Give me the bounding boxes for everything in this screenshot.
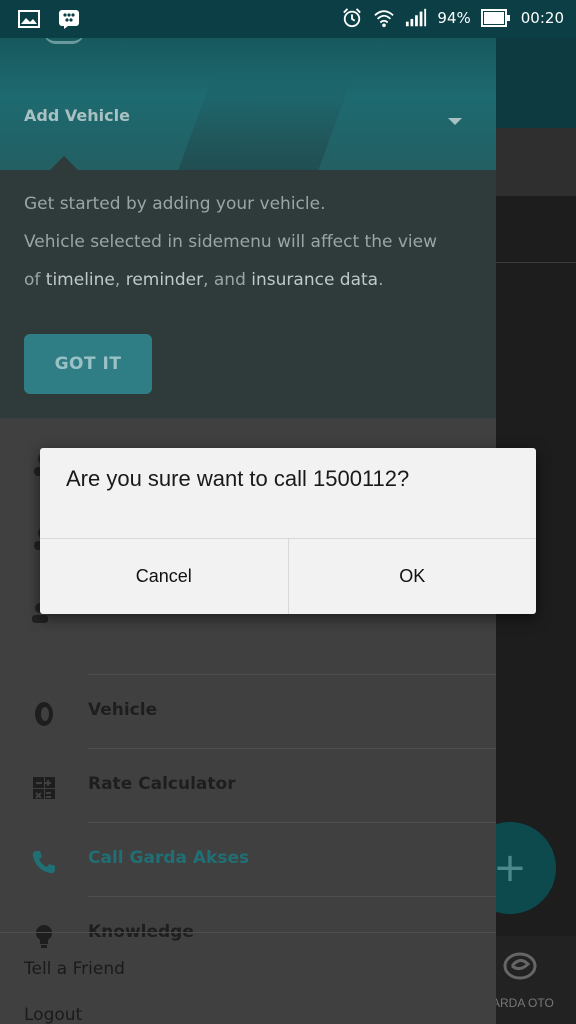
call-confirm-dialog: Are you sure want to call 1500112? Cance… bbox=[40, 448, 536, 614]
drawer-header: Add Vehicle bbox=[0, 38, 496, 170]
image-icon bbox=[18, 10, 40, 28]
reminder-keyword: reminder bbox=[125, 270, 204, 290]
tutorial-line-3: of timeline, reminder, and insurance dat… bbox=[24, 270, 384, 290]
background-header bbox=[496, 38, 576, 128]
garda-oto-logo bbox=[503, 952, 537, 980]
bbm-icon bbox=[59, 10, 79, 29]
ok-button[interactable]: OK bbox=[287, 539, 537, 614]
header-background-image bbox=[168, 78, 352, 170]
alarm-icon bbox=[343, 8, 362, 28]
wifi-icon bbox=[374, 10, 395, 28]
insurance-keyword: insurance data bbox=[251, 270, 379, 290]
tire-icon bbox=[35, 702, 53, 726]
logout-link[interactable]: Logout bbox=[24, 1005, 82, 1024]
menu-label-call-garda-akses: Call Garda Akses bbox=[88, 848, 250, 868]
tutorial-line-2: Vehicle selected in sidemenu will affect… bbox=[24, 232, 437, 252]
menu-divider bbox=[88, 896, 496, 897]
background-divider bbox=[496, 262, 576, 263]
plus-icon: + bbox=[493, 845, 527, 891]
menu-item-rate-calculator[interactable]: Rate Calculator bbox=[0, 750, 496, 824]
calculator-icon bbox=[33, 777, 55, 799]
chevron-down-icon[interactable] bbox=[448, 118, 462, 125]
battery-percent: 94% bbox=[437, 9, 471, 27]
menu-divider bbox=[88, 748, 496, 749]
got-it-button[interactable]: GOT IT bbox=[24, 334, 152, 394]
menu-label-vehicle: Vehicle bbox=[88, 700, 158, 720]
menu-divider bbox=[88, 822, 496, 823]
dialog-buttons: Cancel OK bbox=[40, 538, 536, 614]
background-subheader bbox=[496, 128, 576, 196]
tooltip-pointer bbox=[50, 156, 78, 170]
tutorial-overlay: Get started by adding your vehicle. Vehi… bbox=[0, 170, 496, 418]
phone-icon bbox=[32, 851, 55, 874]
cancel-button[interactable]: Cancel bbox=[40, 539, 288, 614]
menu-label-rate-calculator: Rate Calculator bbox=[88, 774, 236, 794]
brand-text: ARDA OTO bbox=[492, 996, 554, 1010]
tutorial-line-1: Get started by adding your vehicle. bbox=[24, 194, 326, 214]
battery-icon bbox=[480, 9, 510, 27]
menu-item-call-garda-akses[interactable]: Call Garda Akses bbox=[0, 824, 496, 898]
signal-icon bbox=[406, 8, 427, 27]
avatar bbox=[44, 38, 84, 44]
menu-divider bbox=[88, 674, 496, 675]
clock: 00:20 bbox=[520, 9, 564, 27]
add-vehicle-selector[interactable]: Add Vehicle bbox=[24, 106, 130, 125]
tell-a-friend-link[interactable]: Tell a Friend bbox=[24, 959, 125, 979]
background-footer: ARDA OTO bbox=[492, 936, 576, 1024]
timeline-keyword: timeline bbox=[45, 270, 115, 290]
menu-item-vehicle[interactable]: Vehicle bbox=[0, 676, 496, 750]
status-bar: 94% 00:20 bbox=[0, 0, 576, 38]
dialog-message: Are you sure want to call 1500112? bbox=[66, 466, 410, 491]
drawer-footer: Tell a Friend Logout bbox=[0, 932, 496, 1024]
